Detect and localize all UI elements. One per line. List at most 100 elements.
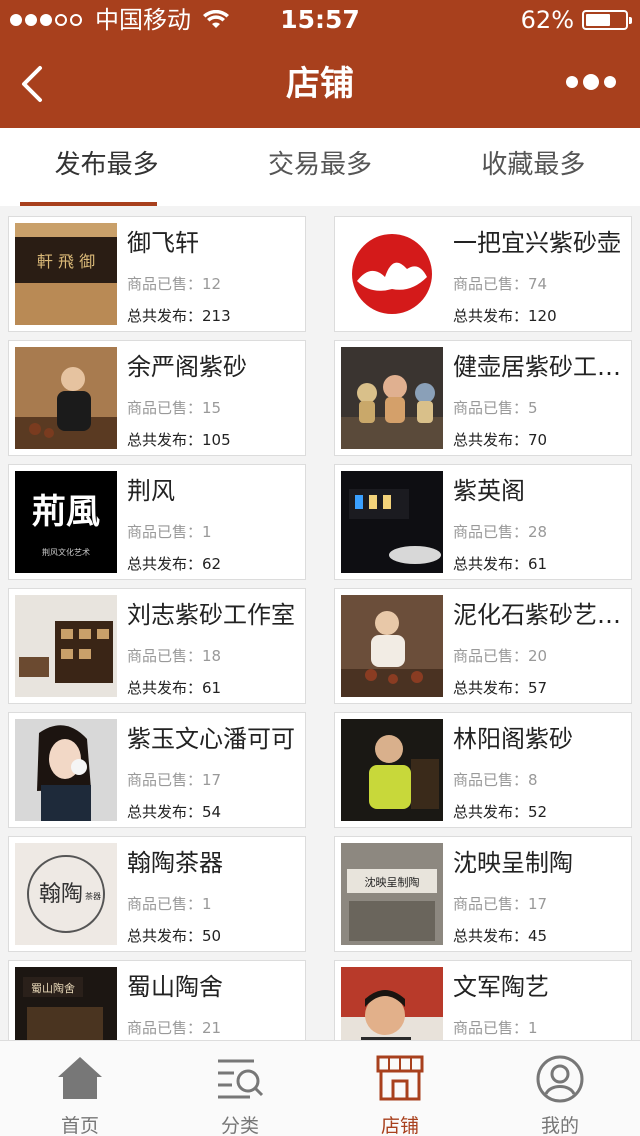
tabbar-item-profile[interactable]: 我的 xyxy=(480,1041,640,1136)
home-icon xyxy=(58,1057,102,1099)
shop-sold-count: 商品已售：74 xyxy=(453,273,547,294)
shop-name: 沈映呈制陶 xyxy=(453,849,573,877)
shop-card[interactable]: 蜀山陶舍 蜀山陶舍 商品已售：21 总共发布： xyxy=(8,960,306,1040)
sold-value: 28 xyxy=(528,523,548,541)
shop-name: 蜀山陶舍 xyxy=(127,973,223,1001)
sold-label: 商品已售： xyxy=(453,275,529,293)
svg-text:翰陶: 翰陶 xyxy=(39,882,83,907)
shop-card[interactable]: 刘志紫砂工作室 商品已售：18 总共发布：61 xyxy=(8,588,306,704)
shop-total-published: 总共发布：105 xyxy=(127,429,231,450)
total-label: 总共发布： xyxy=(127,555,203,573)
total-label: 总共发布： xyxy=(453,679,529,697)
svg-text:軒 飛 御: 軒 飛 御 xyxy=(37,252,95,271)
shop-thumbnail: 沈映呈制陶 xyxy=(341,843,443,945)
shop-thumbnail xyxy=(15,719,117,821)
total-label: 总共发布： xyxy=(453,555,529,573)
sold-label: 商品已售： xyxy=(453,523,529,541)
shop-name: 刘志紫砂工作室 xyxy=(127,601,295,629)
shop-thumbnail: 翰陶 茶器 xyxy=(15,843,117,945)
shop-card[interactable]: 文军陶艺 商品已售：1 总共发布： xyxy=(334,960,632,1040)
shop-thumbnail-image xyxy=(341,471,443,573)
shop-thumbnail: 軒 飛 御 xyxy=(15,223,117,325)
sold-label: 商品已售： xyxy=(453,399,529,417)
shop-card[interactable]: 一把宜兴紫砂壶 商品已售：74 总共发布：120 xyxy=(334,216,632,332)
tab-label: 发布最多 xyxy=(54,150,159,180)
shop-card[interactable]: 沈映呈制陶 沈映呈制陶 商品已售：17 总共发布：45 xyxy=(334,836,632,952)
tabbar-item-shop[interactable]: 店铺 xyxy=(320,1041,480,1136)
shop-thumbnail-image: 軒 飛 御 xyxy=(15,223,117,325)
profile-icon xyxy=(536,1055,584,1103)
shop-card[interactable]: 翰陶 茶器 翰陶茶器 商品已售：1 总共发布：50 xyxy=(8,836,306,952)
shop-thumbnail-image: 蜀山陶舍 xyxy=(15,967,117,1040)
shop-card[interactable]: 泥化石紫砂艺术馆 商品已售：20 总共发布：57 xyxy=(334,588,632,704)
shop-sold-count: 商品已售：20 xyxy=(453,645,547,666)
sold-value: 20 xyxy=(528,647,548,665)
shop-sold-count: 商品已售：5 xyxy=(453,397,538,418)
shop-name: 健壶居紫砂工作室 xyxy=(453,353,625,381)
sold-value: 1 xyxy=(528,1019,538,1037)
sold-value: 12 xyxy=(202,275,222,293)
shop-name: 一把宜兴紫砂壶 xyxy=(453,229,621,257)
shop-name: 余严阁紫砂 xyxy=(127,353,247,381)
shop-name: 荆风 xyxy=(127,477,175,505)
tabbar-item-home[interactable]: 首页 xyxy=(0,1041,160,1136)
shop-card[interactable]: 余严阁紫砂 商品已售：15 总共发布：105 xyxy=(8,340,306,456)
shop-thumbnail xyxy=(341,471,443,573)
shop-total-published: 总共发布：45 xyxy=(453,925,547,946)
sold-label: 商品已售： xyxy=(453,771,529,789)
shop-sold-count: 商品已售：18 xyxy=(127,645,221,666)
total-value: 105 xyxy=(202,431,231,449)
tab-most-favorited[interactable]: 收藏最多 xyxy=(427,128,640,206)
shop-sold-count: 商品已售：21 xyxy=(127,1017,221,1038)
shop-thumbnail xyxy=(341,223,443,325)
shop-card[interactable]: 荊風 荆风文化艺术 荆风 商品已售：1 总共发布：62 xyxy=(8,464,306,580)
total-value: 50 xyxy=(202,927,222,945)
shop-icon xyxy=(376,1055,424,1101)
total-value: 213 xyxy=(202,307,231,325)
total-value: 61 xyxy=(202,679,222,697)
battery-icon xyxy=(582,10,632,30)
more-dots-icon[interactable] xyxy=(561,74,616,90)
total-value: 57 xyxy=(528,679,548,697)
sold-value: 74 xyxy=(528,275,548,293)
shop-thumbnail: 蜀山陶舍 xyxy=(15,967,117,1040)
shop-total-published: 总共发布：61 xyxy=(127,677,221,698)
sold-value: 17 xyxy=(528,895,548,913)
shop-thumbnail-image xyxy=(15,347,117,449)
sold-value: 17 xyxy=(202,771,222,789)
sort-tabs: 发布最多 交易最多 收藏最多 xyxy=(0,128,640,206)
total-value: 54 xyxy=(202,803,222,821)
shop-name: 文军陶艺 xyxy=(453,973,549,1001)
shop-total-published: 总共发布：70 xyxy=(453,429,547,450)
tab-most-traded[interactable]: 交易最多 xyxy=(213,128,426,206)
shop-total-published: 总共发布：52 xyxy=(453,801,547,822)
sold-label: 商品已售： xyxy=(127,895,203,913)
shop-card[interactable]: 軒 飛 御 御飞轩 商品已售：12 总共发布：213 xyxy=(8,216,306,332)
shop-total-published: 总共发布：50 xyxy=(127,925,221,946)
sold-value: 1 xyxy=(202,523,212,541)
shop-sold-count: 商品已售：1 xyxy=(453,1017,538,1038)
shop-name: 翰陶茶器 xyxy=(127,849,223,877)
svg-text:荊風: 荊風 xyxy=(32,492,100,532)
shop-thumbnail-image: 荊風 荆风文化艺术 xyxy=(15,471,117,573)
status-right: 62% xyxy=(521,0,632,40)
shop-thumbnail-image xyxy=(341,967,443,1040)
tabbar-label: 店铺 xyxy=(380,1115,419,1136)
shop-thumbnail-image xyxy=(341,719,443,821)
tabbar-label: 首页 xyxy=(60,1115,99,1136)
shop-thumbnail-image xyxy=(341,223,443,325)
sold-label: 商品已售： xyxy=(127,771,203,789)
tabbar-item-category[interactable]: 分类 xyxy=(160,1041,320,1136)
shop-card[interactable]: 紫英阁 商品已售：28 总共发布：61 xyxy=(334,464,632,580)
sold-label: 商品已售： xyxy=(453,1019,529,1037)
shop-card[interactable]: 林阳阁紫砂 商品已售：8 总共发布：52 xyxy=(334,712,632,828)
shop-total-published: 总共发布：62 xyxy=(127,553,221,574)
shop-thumbnail-image xyxy=(15,595,117,697)
shop-thumbnail xyxy=(341,347,443,449)
shop-sold-count: 商品已售：15 xyxy=(127,397,221,418)
tab-most-published[interactable]: 发布最多 xyxy=(0,128,213,206)
shop-card[interactable]: 健壶居紫砂工作室 商品已售：5 总共发布：70 xyxy=(334,340,632,456)
shop-card[interactable]: 紫玉文心潘可可 商品已售：17 总共发布：54 xyxy=(8,712,306,828)
shop-total-published: 总共发布：57 xyxy=(453,677,547,698)
svg-text:茶器: 茶器 xyxy=(85,891,101,901)
